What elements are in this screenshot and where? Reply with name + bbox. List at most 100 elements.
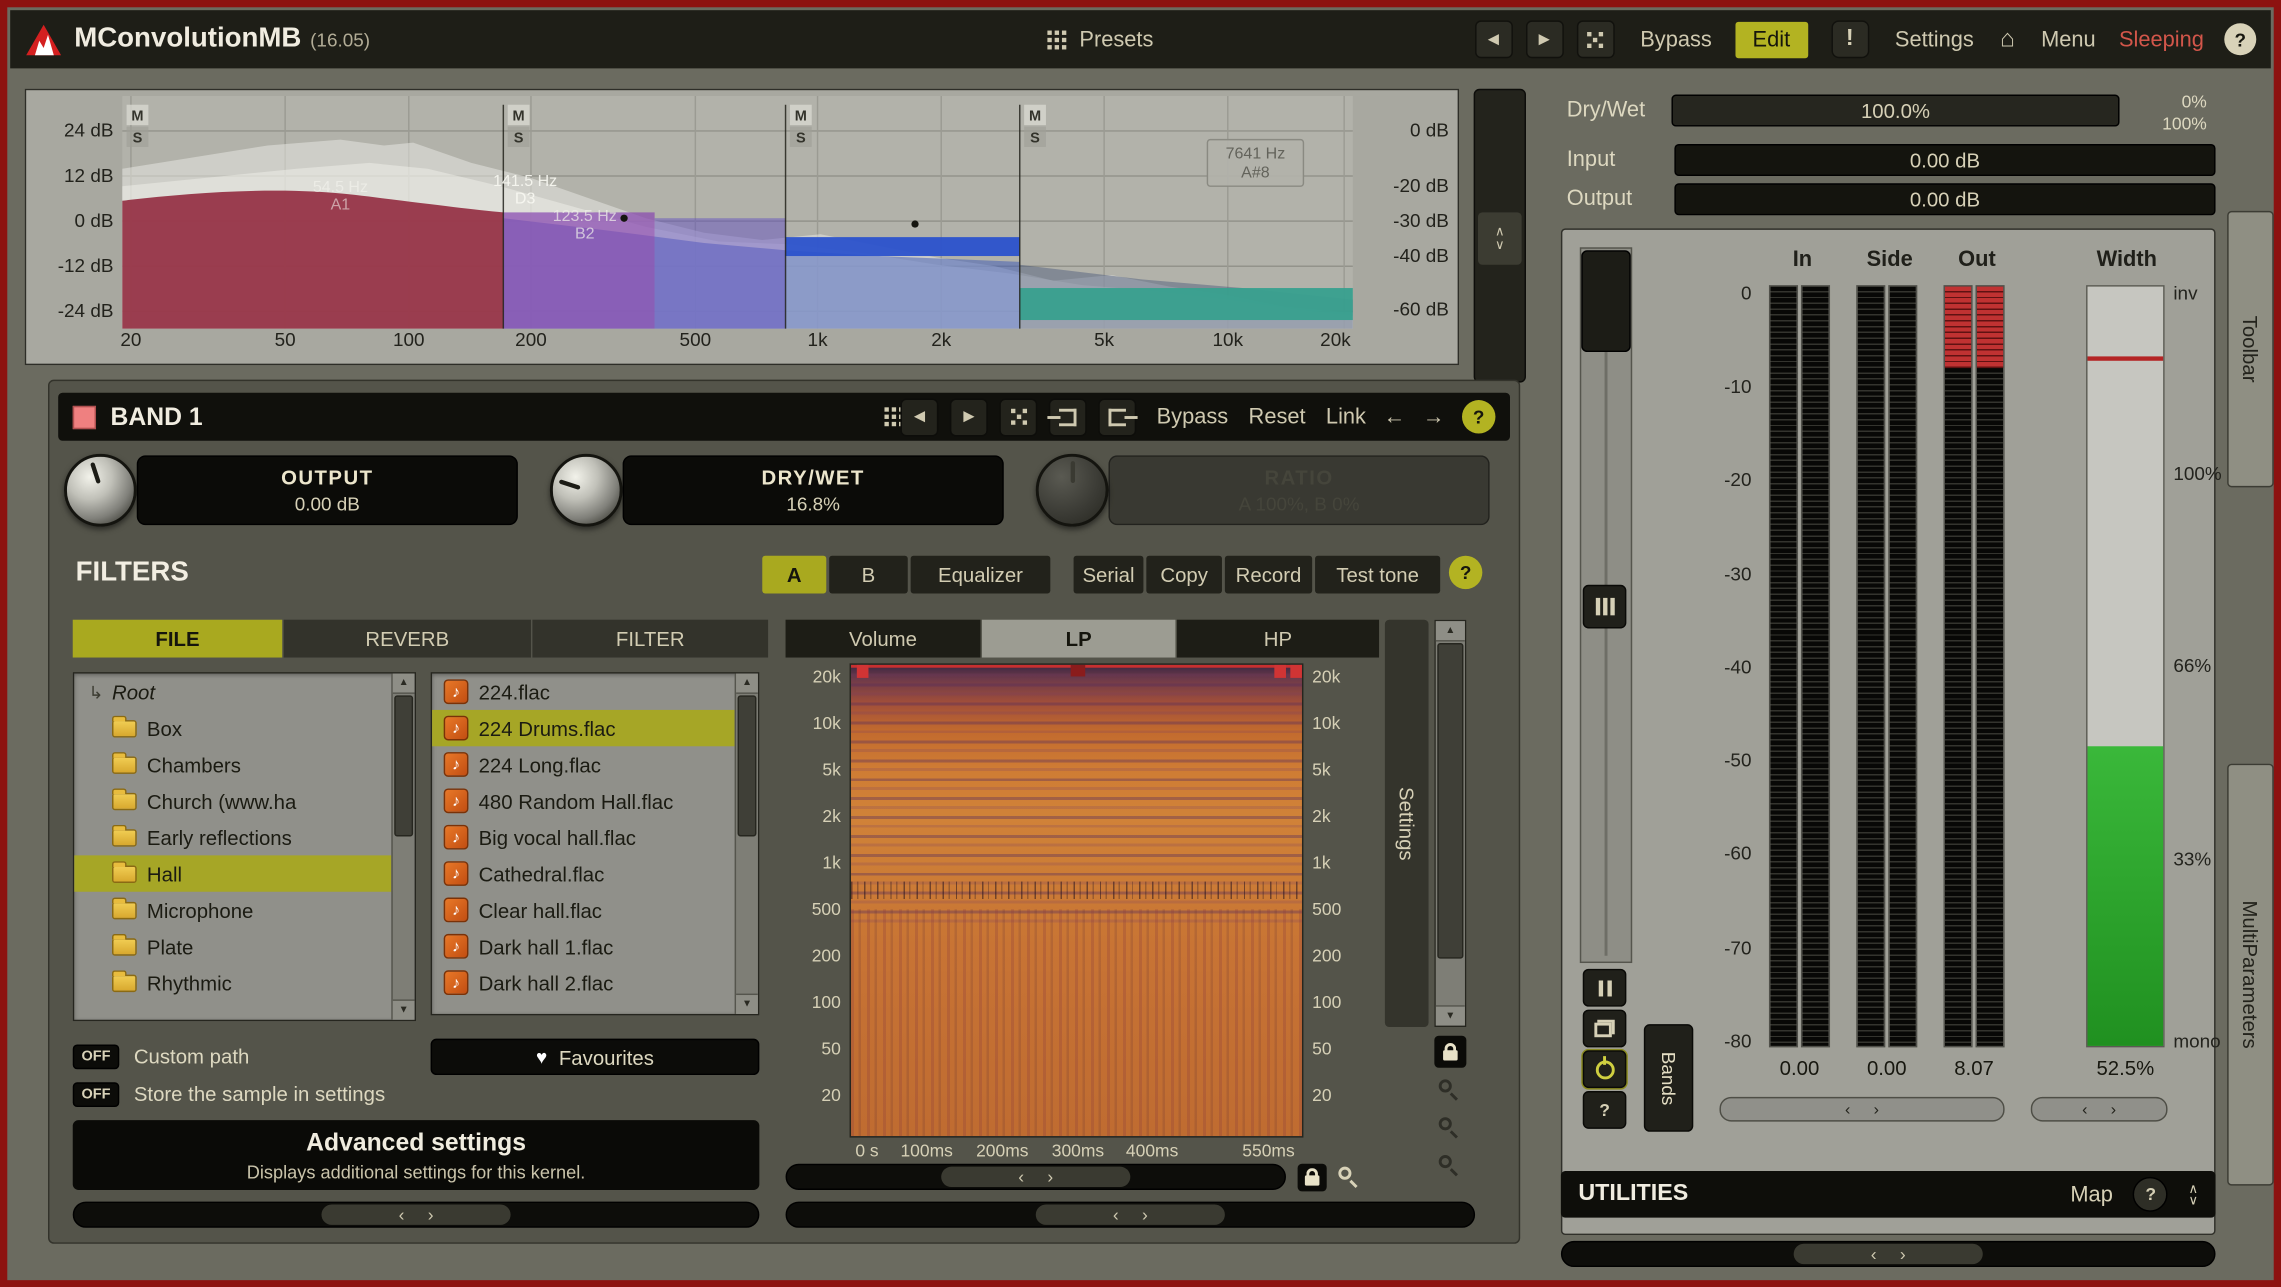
file-item[interactable]: ♪Clear hall.flac: [432, 892, 735, 928]
file-item[interactable]: ♪224 Long.flac: [432, 746, 735, 782]
filter-handle-right-2[interactable]: [1290, 665, 1302, 678]
zoom-in-time-button[interactable]: [1338, 1167, 1360, 1189]
band-bypass-button[interactable]: Bypass: [1157, 404, 1229, 429]
spectrogram-vscrollbar[interactable]: ▲ ▼: [1434, 620, 1466, 1027]
scrollbar-handle[interactable]: ‹ ›: [321, 1205, 510, 1225]
width-scrollbar[interactable]: ‹ ›: [2031, 1097, 2168, 1122]
collapse-handle[interactable]: ∧ ∨: [1478, 212, 1522, 264]
scroll-down-button[interactable]: ▼: [736, 994, 758, 1014]
eq-side-collapsed-panel[interactable]: ∧ ∨: [1474, 89, 1526, 383]
meter-range-handle[interactable]: [1581, 250, 1630, 352]
tab-filter[interactable]: FILTER: [532, 620, 768, 658]
zoom-lock-button[interactable]: [1434, 1036, 1466, 1068]
spectrogram-bottom-scrollbar[interactable]: ‹ ›: [786, 1202, 1476, 1228]
scrollbar-handle[interactable]: ‹ ›: [941, 1167, 1130, 1187]
band-presets-button[interactable]: [885, 407, 889, 411]
scroll-up-button[interactable]: ▲: [393, 674, 415, 694]
tree-item-church[interactable]: Church (www.ha: [74, 783, 391, 819]
tree-item-early-reflections[interactable]: Early reflections: [74, 819, 391, 855]
store-sample-toggle[interactable]: OFF: [73, 1082, 120, 1107]
impulse-spectrogram[interactable]: [850, 663, 1304, 1137]
meter-columns-button[interactable]: [1583, 585, 1627, 629]
tab-spectrogram-settings[interactable]: Settings: [1385, 620, 1429, 1027]
file-item[interactable]: ♪Dark hall 2.flac: [432, 964, 735, 1000]
drywet-knob-display[interactable]: DRY/WET 16.8%: [623, 455, 1004, 525]
input-gain-field[interactable]: 0.00 dB: [1674, 144, 2215, 176]
band-copy-out-button[interactable]: [1098, 398, 1136, 436]
tree-item-microphone[interactable]: Microphone: [74, 892, 391, 928]
tab-volume[interactable]: Volume: [786, 620, 981, 658]
copy-button[interactable]: Copy: [1146, 556, 1222, 594]
utilities-bar[interactable]: UTILITIES Map ? ∧ ∨: [1561, 1171, 2216, 1218]
edit-button[interactable]: Edit: [1735, 21, 1808, 57]
tree-item-chambers[interactable]: Chambers: [74, 746, 391, 782]
zoom-fit-button[interactable]: [1439, 1155, 1461, 1177]
band-prev-button[interactable]: ◀: [901, 398, 939, 436]
band-move-right-button[interactable]: →: [1423, 404, 1445, 429]
help-button[interactable]: ?: [2224, 23, 2256, 55]
filter-handle-left[interactable]: [857, 665, 869, 678]
meter-scrollbar[interactable]: ‹ ›: [1719, 1097, 2004, 1122]
file-item[interactable]: ♪480 Random Hall.flac: [432, 783, 735, 819]
tree-scrollbar[interactable]: ▲ ▼: [391, 674, 414, 1020]
output-knob[interactable]: [64, 454, 137, 527]
scrollbar-handle[interactable]: [738, 695, 757, 836]
tab-multiparameters[interactable]: MultiParameters: [2227, 764, 2274, 1186]
scrollbar-handle[interactable]: ‹ ›: [1794, 1244, 1983, 1264]
tree-item-box[interactable]: Box: [74, 710, 391, 746]
ab-button-a[interactable]: A: [762, 556, 826, 594]
tab-lp[interactable]: LP: [982, 620, 1175, 658]
file-item[interactable]: ♪Big vocal hall.flac: [432, 819, 735, 855]
tab-hp[interactable]: HP: [1177, 620, 1379, 658]
next-preset-button[interactable]: ▶: [1525, 20, 1563, 58]
alert-button[interactable]: !: [1831, 20, 1869, 58]
file-item-selected[interactable]: ♪224 Drums.flac: [432, 710, 735, 746]
spectrogram-hscrollbar[interactable]: ‹ ›: [786, 1164, 1286, 1190]
random-preset-button[interactable]: [1576, 20, 1614, 58]
scrollbar-handle[interactable]: ‹ ›: [1036, 1205, 1225, 1225]
meter-help-button[interactable]: ?: [1583, 1091, 1627, 1129]
bands-button[interactable]: Bands: [1644, 1024, 1693, 1132]
serial-button[interactable]: Serial: [1074, 556, 1144, 594]
eq-plot[interactable]: M S M S M S M S 54.5 Hz A1 141.5 Hz D3 1…: [122, 96, 1353, 329]
tab-reverb[interactable]: REVERB: [284, 620, 531, 658]
menu-button[interactable]: Menu: [2041, 27, 2096, 52]
settings-button[interactable]: Settings: [1895, 27, 1974, 52]
tree-item-plate[interactable]: Plate: [74, 928, 391, 964]
tree-item-rhythmic[interactable]: Rhythmic: [74, 964, 391, 1000]
file-item[interactable]: ♪Dark hall 1.flac: [432, 928, 735, 964]
sleeping-indicator[interactable]: Sleeping: [2119, 27, 2204, 52]
band-help-button[interactable]: ?: [1462, 400, 1495, 433]
scrollbar-handle[interactable]: [394, 695, 413, 836]
equalizer-button[interactable]: Equalizer: [911, 556, 1051, 594]
scrollbar-handle[interactable]: [1437, 643, 1463, 959]
ratio-knob[interactable]: [1036, 454, 1109, 527]
filter-handle-mid[interactable]: [1071, 665, 1086, 677]
utilities-help-button[interactable]: ?: [2133, 1177, 2168, 1212]
band-color-swatch[interactable]: [73, 405, 96, 428]
drywet-knob[interactable]: [550, 454, 623, 527]
file-item[interactable]: ♪Cathedral.flac: [432, 855, 735, 891]
zoom-in-button[interactable]: [1439, 1079, 1461, 1101]
browser-bottom-scrollbar[interactable]: ‹ ›: [73, 1202, 760, 1228]
output-gain-field[interactable]: 0.00 dB: [1674, 183, 2215, 215]
scroll-lock-button[interactable]: [1298, 1164, 1327, 1192]
bypass-button[interactable]: Bypass: [1640, 27, 1712, 52]
output-knob-display[interactable]: OUTPUT 0.00 dB: [137, 455, 518, 525]
tab-file[interactable]: FILE: [73, 620, 282, 658]
file-item[interactable]: ♪224.flac: [432, 674, 735, 710]
home-button[interactable]: ⌂: [2000, 25, 2015, 54]
meter-pause-button[interactable]: [1583, 969, 1627, 1007]
record-button[interactable]: Record: [1225, 556, 1312, 594]
filter-handle-right[interactable]: [1274, 665, 1286, 678]
presets-button[interactable]: Presets: [1047, 27, 1153, 52]
band-random-button[interactable]: [1000, 398, 1038, 436]
favourites-button[interactable]: ♥ Favourites: [431, 1039, 760, 1075]
meter-popup-button[interactable]: [1583, 1010, 1627, 1048]
tree-item-hall[interactable]: Hall: [74, 855, 391, 891]
band-copy-in-button[interactable]: [1049, 398, 1087, 436]
zoom-out-button[interactable]: [1439, 1117, 1461, 1139]
advanced-settings-button[interactable]: Advanced settings Displays additional se…: [73, 1120, 760, 1190]
scroll-up-button[interactable]: ▲: [736, 674, 758, 694]
band-move-left-button[interactable]: ←: [1383, 404, 1405, 429]
